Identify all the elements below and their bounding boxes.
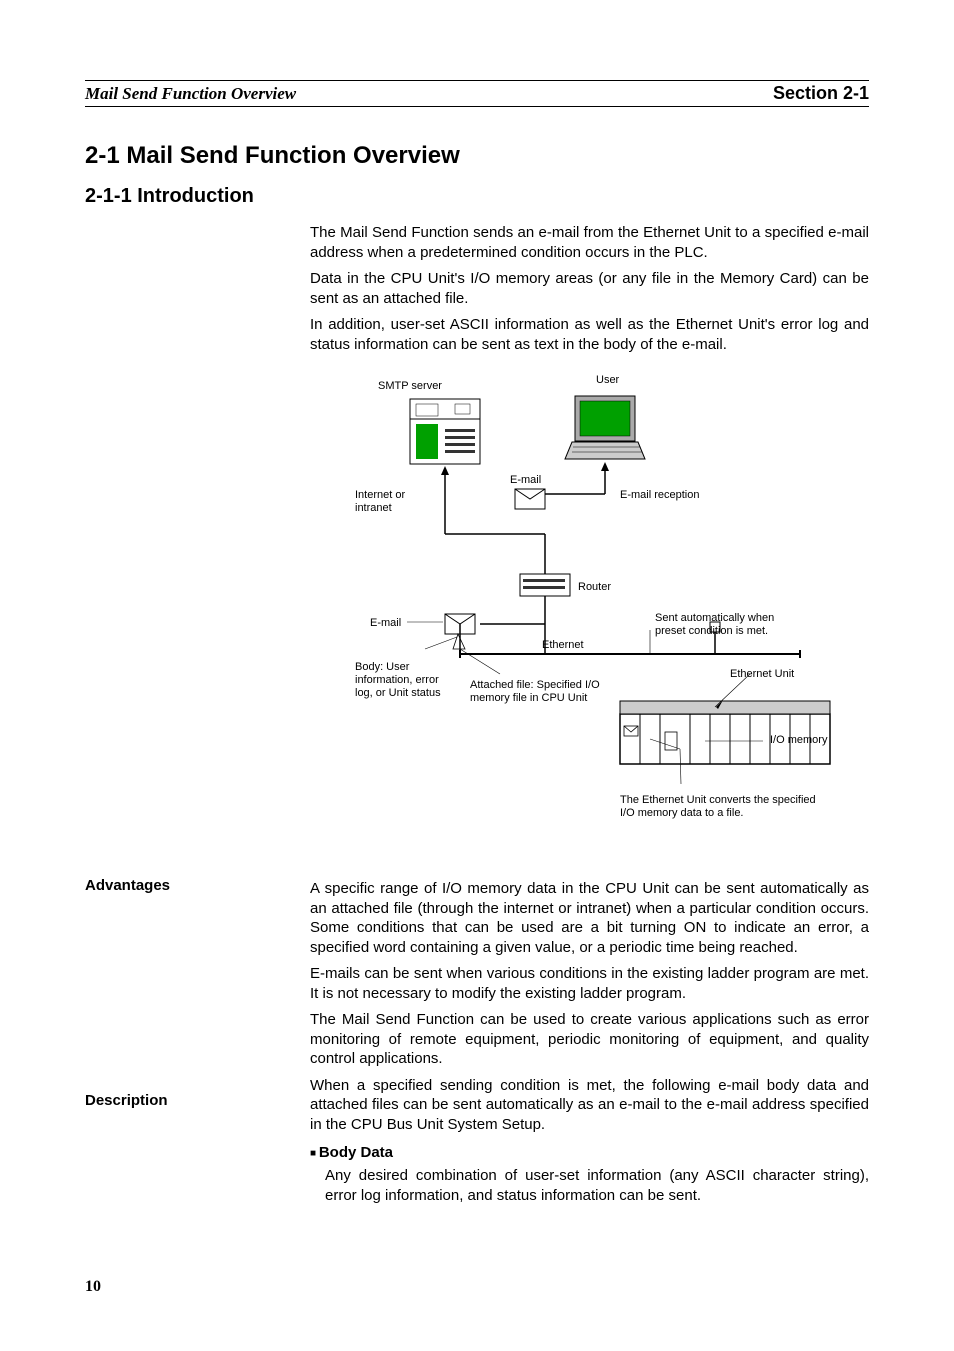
intro-p1: The Mail Send Function sends an e-mail f… bbox=[310, 223, 869, 262]
label-description: Description bbox=[85, 1092, 168, 1109]
lbl-sentauto: Sent automatically when preset condition… bbox=[655, 612, 805, 638]
intro-p2: Data in the CPU Unit's I/O memory areas … bbox=[310, 269, 869, 308]
lbl-iomem: I/O memory bbox=[770, 734, 827, 747]
intro-p3: In addition, user-set ASCII information … bbox=[310, 315, 869, 354]
lbl-email-reception: E-mail reception bbox=[620, 489, 699, 502]
lbl-converts: The Ethernet Unit converts the specified… bbox=[620, 794, 820, 820]
lbl-email2: E-mail bbox=[370, 617, 401, 630]
intro-text: The Mail Send Function sends an e-mail f… bbox=[310, 223, 869, 354]
lbl-user: User bbox=[596, 374, 619, 387]
header-title: Mail Send Function Overview bbox=[85, 84, 296, 104]
header-section: Section 2-1 bbox=[773, 83, 869, 104]
lbl-smtp: SMTP server bbox=[378, 380, 442, 393]
lbl-bodyuser: Body: User information, error log, or Un… bbox=[355, 661, 445, 701]
advantages-text: A specific range of I/O memory data in t… bbox=[310, 879, 869, 1069]
page-number: 10 bbox=[85, 1278, 101, 1296]
adv-p3: The Mail Send Function can be used to cr… bbox=[310, 1010, 869, 1069]
label-advantages: Advantages bbox=[85, 877, 170, 894]
adv-p2: E-mails can be sent when various conditi… bbox=[310, 964, 869, 1003]
lbl-internet: Internet or intranet bbox=[355, 489, 415, 515]
lbl-ethernet: Ethernet bbox=[542, 639, 584, 652]
desc-p1: When a specified sending condition is me… bbox=[310, 1076, 869, 1135]
adv-p1: A specific range of I/O memory data in t… bbox=[310, 879, 869, 957]
lbl-email: E-mail bbox=[510, 474, 541, 487]
lbl-attached: Attached file: Specified I/O memory file… bbox=[470, 679, 600, 705]
description-text: When a specified sending condition is me… bbox=[310, 1076, 869, 1135]
bodydata-p1: Any desired combination of user-set info… bbox=[325, 1166, 869, 1205]
running-header: Mail Send Function Overview Section 2-1 bbox=[85, 80, 869, 107]
subheading-bodydata-text: Body Data bbox=[319, 1144, 393, 1161]
subheading-bodydata: Body Data bbox=[310, 1144, 869, 1161]
heading-2: 2-1-1 Introduction bbox=[85, 185, 869, 208]
lbl-router: Router bbox=[578, 581, 611, 594]
bodydata-text: Any desired combination of user-set info… bbox=[325, 1166, 869, 1205]
lbl-ethunit: Ethernet Unit bbox=[730, 668, 794, 681]
network-diagram: SMTP server User Internet or intranet E-… bbox=[310, 374, 870, 854]
heading-1: 2-1 Mail Send Function Overview bbox=[85, 142, 869, 170]
